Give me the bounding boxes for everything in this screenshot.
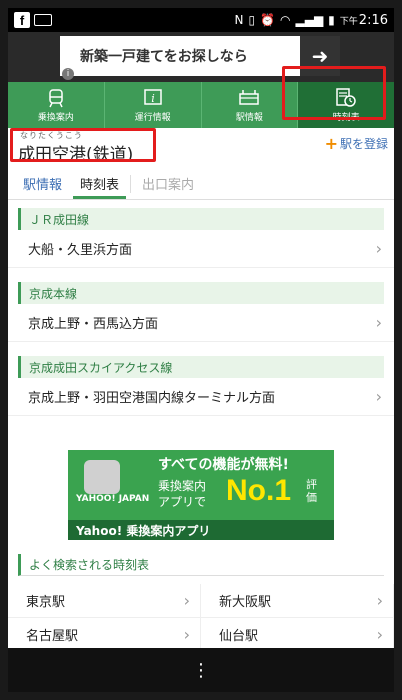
chevron-right-icon: ›: [375, 313, 382, 332]
subtab-timetable[interactable]: 時刻表: [73, 174, 127, 199]
keyboard-icon: [34, 14, 52, 26]
highlight-box-timetable-tab: [282, 66, 386, 120]
direction-row[interactable]: 大船・久里浜方面 ›: [8, 230, 394, 268]
tab-transfer-label: 乗換案内: [37, 112, 74, 123]
chevron-right-icon: ›: [376, 625, 383, 644]
chevron-right-icon: ›: [183, 591, 190, 610]
tab-service-info[interactable]: i 運行情報: [105, 82, 202, 128]
chevron-right-icon: ›: [183, 625, 190, 644]
tab-service-info-label: 運行情報: [134, 112, 171, 123]
device-frame: f N ▯ ⏰ ◠ ▂▄▆ ▮ 下午2:16 新築一戸建てをお探しなら ➜ i …: [0, 0, 402, 700]
timetable-content: ＪＲ成田線 大船・久里浜方面 › 京成本線 京成上野・西馬込方面 › 京成成田ス…: [8, 200, 394, 652]
chevron-right-icon: ›: [375, 387, 382, 406]
station-icon: [238, 88, 260, 108]
wifi-icon: ◠: [280, 13, 291, 27]
direction-row[interactable]: 京成上野・羽田空港国内線ターミナル方面 ›: [8, 378, 394, 416]
line-group: ＪＲ成田線 大船・久里浜方面 ›: [8, 208, 394, 268]
subtab-station-info[interactable]: 駅情報: [16, 174, 69, 199]
clock-time: 2:16: [358, 12, 388, 28]
app-promo-banner[interactable]: YAHOO! JAPAN すべての機能が無料! 乗換案内アプリで No.1 評価…: [68, 450, 334, 540]
signal-icon: ▂▄▆: [295, 13, 324, 27]
frequent-station[interactable]: 仙台駅 ›: [201, 618, 394, 652]
line-header: 京成本線: [18, 282, 384, 304]
direction-label: 大船・久里浜方面: [28, 243, 133, 258]
promo-rating: 評価: [306, 478, 317, 504]
frequent-grid: 東京駅 › 新大阪駅 › 名古屋駅 › 仙台駅 ›: [8, 584, 394, 652]
station-header: なりたくうこう 成田空港(鉄道) + 駅を登録: [8, 128, 394, 172]
frequent-station[interactable]: 新大阪駅 ›: [201, 584, 394, 618]
frequent-station[interactable]: 名古屋駅 ›: [8, 618, 201, 652]
train-icon: [45, 88, 67, 108]
direction-row[interactable]: 京成上野・西馬込方面 ›: [8, 304, 394, 342]
tab-transfer[interactable]: 乗換案内: [8, 82, 105, 128]
frequent-station-label: 名古屋駅: [26, 629, 79, 644]
facebook-icon: f: [14, 12, 30, 28]
promo-no1: No.1: [226, 474, 292, 507]
tab-station-info-label: 駅情報: [235, 112, 263, 123]
ad-text: 新築一戸建てをお探しなら: [80, 49, 248, 65]
direction-label: 京成上野・羽田空港国内線ターミナル方面: [28, 391, 276, 406]
frequent-header: よく検索される時刻表: [18, 554, 384, 576]
line-header: 京成成田スカイアクセス線: [18, 356, 384, 378]
yahoo-logo: YAHOO! JAPAN: [76, 494, 150, 504]
overflow-menu-icon[interactable]: ⋮: [192, 660, 210, 681]
register-station-button[interactable]: + 駅を登録: [325, 134, 388, 153]
register-station-label: 駅を登録: [339, 137, 388, 151]
promo-sub-line1: 乗換案内: [158, 479, 207, 493]
train-icon: [84, 460, 120, 494]
nfc-icon: N: [234, 13, 244, 27]
clock-ampm: 下午: [339, 16, 358, 27]
ad-info-icon[interactable]: i: [62, 68, 74, 80]
battery-icon: ▮: [328, 13, 335, 27]
plus-icon: +: [324, 134, 338, 153]
promo-sub-line2: アプリで: [158, 495, 207, 509]
svg-text:i: i: [151, 92, 155, 105]
vibrate-icon: ▯: [248, 13, 256, 27]
status-bar: f N ▯ ⏰ ◠ ▂▄▆ ▮ 下午2:16: [8, 8, 394, 32]
promo-app-name: Yahoo! 乗換案内アプリ: [68, 520, 334, 540]
chevron-right-icon: ›: [376, 591, 383, 610]
system-nav-bar: ⋮: [8, 648, 394, 692]
line-group: 京成成田スカイアクセス線 京成上野・羽田空港国内線ターミナル方面 ›: [8, 356, 394, 416]
highlight-box-station: [10, 128, 156, 162]
chevron-right-icon: ›: [375, 239, 382, 258]
frequent-station[interactable]: 東京駅 ›: [8, 584, 201, 618]
clock: 下午2:16: [340, 13, 388, 28]
subtab-exit-guide: 出口案内: [142, 178, 195, 193]
frequent-station-label: 仙台駅: [219, 629, 259, 644]
divider: [130, 175, 132, 193]
direction-label: 京成上野・西馬込方面: [28, 317, 159, 332]
promo-headline: すべての機能が無料!: [158, 457, 289, 473]
sub-tabs: 駅情報 時刻表 出口案内: [8, 172, 394, 200]
info-icon: i: [142, 88, 164, 108]
line-group: 京成本線 京成上野・西馬込方面 ›: [8, 282, 394, 342]
frequent-station-label: 新大阪駅: [219, 595, 272, 610]
alarm-icon: ⏰: [260, 13, 275, 27]
frequent-station-label: 東京駅: [26, 595, 66, 610]
promo-sub: 乗換案内 アプリで: [158, 478, 206, 510]
line-header: ＪＲ成田線: [18, 208, 384, 230]
